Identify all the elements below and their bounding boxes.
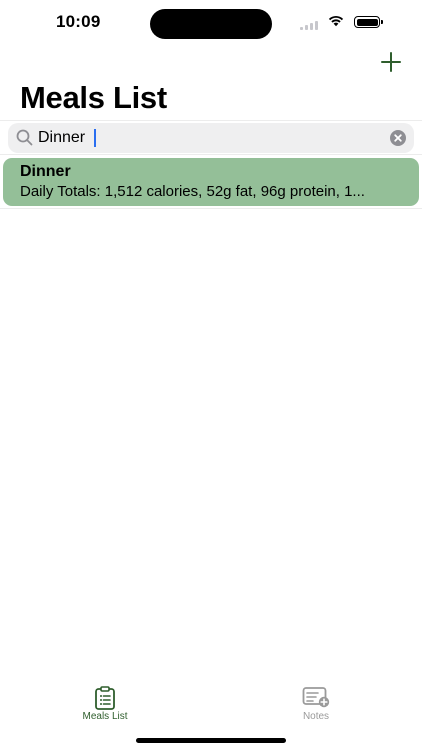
tab-notes[interactable]: Notes [261,686,371,726]
search-divider [0,154,422,155]
meal-daily-totals: Daily Totals: 1,512 calories, 52g fat, 9… [20,183,365,200]
add-meal-button[interactable] [378,49,404,75]
search-icon [16,129,33,146]
meal-name: Dinner [20,163,71,180]
meal-row-dinner[interactable]: Dinner Daily Totals: 1,512 calories, 52g… [3,158,419,206]
cell-signal-icon [300,20,318,30]
row-divider [0,208,422,209]
text-cursor [94,129,96,147]
tab-meals-list[interactable]: Meals List [50,686,160,726]
clear-search-button[interactable] [390,130,406,146]
search-bar[interactable] [8,123,414,153]
home-indicator[interactable] [136,738,286,743]
battery-icon [354,16,383,28]
clipboard-list-icon [95,686,115,710]
page-title: Meals List [20,80,167,115]
tab-notes-label: Notes [302,711,330,722]
status-time: 10:09 [56,12,101,31]
search-input[interactable] [38,128,378,148]
header-divider [0,120,422,121]
clear-x-icon [394,134,402,142]
wifi-icon [328,15,344,27]
dynamic-island [150,9,272,39]
note-add-icon [302,687,330,708]
tab-meals-list-label: Meals List [82,711,128,722]
